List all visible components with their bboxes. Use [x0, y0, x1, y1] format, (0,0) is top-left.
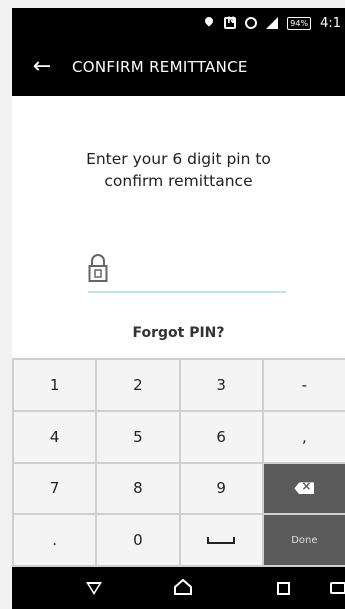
- key-9[interactable]: 9: [180, 463, 262, 514]
- backspace-key[interactable]: [263, 463, 345, 514]
- space-icon: [207, 536, 236, 544]
- location-icon: [203, 17, 215, 29]
- page-title: CONFIRM REMITTANCE: [72, 58, 248, 76]
- key-1[interactable]: 1: [14, 360, 96, 410]
- battery-icon: 94%: [287, 16, 312, 30]
- key-comma[interactable]: ,: [263, 411, 345, 462]
- nav-back-icon[interactable]: [86, 582, 102, 595]
- key-4[interactable]: 4: [14, 411, 96, 462]
- forgot-pin-link[interactable]: Forgot PIN?: [12, 325, 345, 341]
- key-0[interactable]: 0: [97, 515, 179, 565]
- key-2[interactable]: 2: [97, 360, 179, 410]
- back-arrow-button[interactable]: ←: [12, 38, 72, 96]
- keyboard-switch-icon[interactable]: [330, 582, 345, 594]
- numeric-keypad: 1 2 3 - 4 5 6 , 7 8 9 . 0 Done: [12, 358, 345, 567]
- done-key[interactable]: Done: [263, 515, 345, 565]
- nfc-icon: [224, 16, 237, 29]
- pin-input[interactable]: [88, 251, 286, 293]
- key-5[interactable]: 5: [97, 411, 179, 462]
- app-bar: ← CONFIRM REMITTANCE: [12, 38, 345, 96]
- key-6[interactable]: 6: [180, 411, 262, 462]
- sync-icon: [245, 17, 258, 29]
- signal-icon: [266, 17, 279, 29]
- status-bar: 94% 4:1: [12, 8, 345, 38]
- key-8[interactable]: 8: [97, 463, 179, 514]
- phone-screen: 94% 4:1 ← CONFIRM REMITTANCE Enter your …: [12, 8, 345, 609]
- space-key[interactable]: [180, 515, 262, 565]
- key-7[interactable]: 7: [14, 463, 96, 514]
- nav-recents-icon[interactable]: [277, 582, 290, 595]
- lock-icon: [88, 254, 108, 282]
- pin-instruction: Enter your 6 digit pin to confirm remitt…: [12, 148, 345, 192]
- pin-entry-panel: Enter your 6 digit pin to confirm remitt…: [12, 96, 345, 358]
- pin-instruction-line2: confirm remittance: [104, 172, 253, 190]
- key-minus[interactable]: -: [263, 360, 345, 410]
- system-nav-bar: [12, 567, 345, 609]
- screenshot-frame: 94% 4:1 ← CONFIRM REMITTANCE Enter your …: [0, 0, 345, 609]
- key-period[interactable]: .: [14, 515, 96, 565]
- key-3[interactable]: 3: [180, 360, 262, 410]
- backspace-icon: [294, 482, 315, 495]
- status-clock: 4:1: [320, 15, 341, 31]
- pin-instruction-line1: Enter your 6 digit pin to: [86, 150, 271, 168]
- nav-home-icon[interactable]: [174, 579, 192, 595]
